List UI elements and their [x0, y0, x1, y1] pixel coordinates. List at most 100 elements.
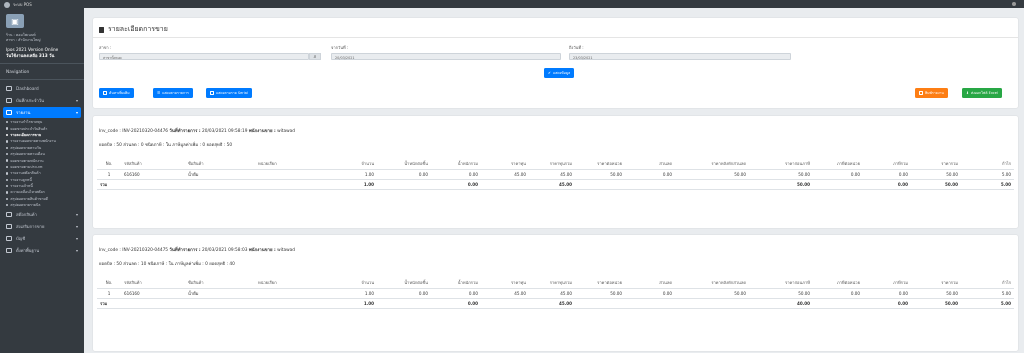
cell: 0.00 [863, 179, 911, 190]
staff-name: witawad [277, 248, 295, 253]
sidebar-item-label: บันทึกประจำวัน [16, 98, 44, 103]
cell: 50.00 [675, 288, 749, 299]
from-date-label: จากวันที่ : [331, 45, 349, 50]
from-date-input[interactable]: 20/03/2021 [331, 53, 561, 60]
date-label: วันที่ทำรายการ : [169, 129, 201, 134]
circle-icon [6, 152, 9, 156]
submenu-label: รายงานสต๊อกสินค้า [10, 171, 41, 176]
submenu-item[interactable]: สรุปยอดขายรายบิล [0, 202, 84, 208]
submenu-label: สรุปยอดขายสินค้าขายดี [10, 196, 48, 201]
column-header: หน่วยเรียก [255, 278, 321, 289]
to-date-label: ถึงวันที่ : [569, 45, 584, 50]
page-title: รายละเอียดการขาย [99, 24, 168, 35]
brand[interactable]: ระบบ POS [4, 1, 32, 8]
cell: 0.00 [863, 298, 911, 309]
cell: 0.00 [625, 288, 675, 299]
cell: 0.00 [625, 169, 675, 180]
sidebar-item-label: ส่งเสริมการขาย [16, 224, 45, 230]
circle-icon [6, 204, 9, 207]
date-label: วันที่ทำรายการ : [169, 248, 201, 253]
sidebar-item-dashboard[interactable]: Dashboard [3, 83, 81, 94]
button-label: ค้นหาเพิ่มเติม [109, 91, 130, 95]
cell: 45.00 [529, 169, 575, 180]
serial-view-button[interactable]: แสดงตามราย Serial [206, 88, 252, 98]
cell [255, 288, 321, 299]
sidebar-item-account[interactable]: บัญชี ▾ [3, 233, 81, 244]
cell [625, 179, 675, 190]
sidebar-item-daily[interactable]: บันทึกประจำวัน ▾ [3, 95, 81, 106]
chevron-down-icon: ▾ [75, 236, 78, 242]
submenu-label: รายงานเจ้าหนี้ [10, 184, 33, 189]
cell: 50.00 [749, 179, 813, 190]
brand-logo-icon [4, 1, 10, 8]
chevron-down-icon: ▾ [75, 98, 78, 103]
cell: 616160 [121, 288, 185, 299]
button-label: พิมพ์รายงาน [925, 91, 944, 95]
invoice-header: Inv_code : INV-20210320-04476 วันที่ทำรา… [99, 127, 295, 134]
cell: 1.00 [321, 169, 377, 180]
column-header: ราคาทุน [481, 278, 529, 289]
column-header: ส่วนลด [625, 278, 675, 289]
button-label: แสดงข้อมูล [552, 71, 571, 75]
cell: 50.00 [749, 288, 813, 299]
button-label: แสดงตามราย Serial [216, 91, 248, 95]
sidebar-item-label: สต๊อกสินค้า [16, 212, 37, 218]
sidebar-item-settings[interactable]: ตั้งค่าพื้นฐาน ▾ [3, 245, 81, 256]
column-header: กำไร [961, 159, 1014, 170]
cell: 50.00 [911, 288, 961, 299]
list-view-button[interactable]: ☰ แสดงตามรายการ [153, 88, 193, 98]
detail-search-button[interactable]: ค้นหาเพิ่มเติม [99, 88, 134, 98]
brand-text: ระบบ POS [13, 2, 32, 7]
user-icon[interactable] [1012, 2, 1016, 6]
sidebar-item-promotion[interactable]: ส่งเสริมการขาย ▾ [3, 221, 81, 232]
report-icon [6, 110, 12, 115]
export-excel-button[interactable]: ⬇ ส่งออกไฟล์ Excel [962, 88, 1002, 98]
cell: 50.00 [911, 179, 961, 190]
inv-code: INV-20210320-04475 [122, 248, 169, 253]
staff-label: พนักงานขาย : [248, 129, 276, 134]
table-row: 1 616160 น้ำดื่ม 1.00 0.00 0.00 45.00 45… [97, 288, 1014, 299]
column-header: ราคารวม [911, 278, 961, 289]
sidebar-item-report[interactable]: รายงาน ▾ [3, 107, 81, 118]
cell: 45.00 [529, 179, 575, 190]
sidebar-item-label: ตั้งค่าพื้นฐาน [16, 248, 40, 254]
barcode-icon [210, 91, 214, 95]
branch-label: สาขา : [99, 45, 112, 50]
chevron-down-icon: ▾ [75, 248, 78, 254]
show-data-button[interactable]: ✔ แสดงข้อมูล [544, 68, 575, 78]
sidebar-item-stock[interactable]: สต๊อกสินค้า ▾ [3, 209, 81, 220]
branch-select[interactable]: สาขาทั้งหมด [99, 53, 309, 60]
search-icon[interactable]: ⌕ [309, 53, 321, 60]
tag-icon [6, 224, 12, 230]
invoice-date: 20/03/2021 09:58:03 [202, 248, 248, 253]
cell: 50.00 [911, 169, 961, 180]
submenu-label: รายงานลูกหนี้ [10, 177, 32, 182]
table-row: 1 616160 น้ำดื่ม 1.00 0.00 0.00 45.00 45… [97, 169, 1014, 180]
column-header: No. [97, 278, 121, 289]
column-header: ราคาทุนรวม [529, 278, 575, 289]
button-label: แสดงตามรายการ [162, 91, 189, 95]
gear-icon [6, 248, 12, 254]
invoice-card: Inv_code : INV-20210320-04475 วันที่ทำรา… [93, 235, 1018, 351]
submenu-label: สรุปยอดขายรายบิล [10, 203, 41, 208]
chevron-down-icon: ▾ [75, 224, 78, 230]
inv-code-label: Inv_code : [99, 129, 121, 134]
download-icon: ⬇ [966, 91, 969, 95]
cell: 45.00 [481, 288, 529, 299]
submenu-label: สรุปยอดขายตามวัน [10, 145, 42, 150]
column-header: ราคาหลังหักส่วนลด [675, 159, 749, 170]
to-date-input[interactable]: 23/03/2021 [569, 53, 791, 60]
circle-icon [6, 133, 9, 137]
nav-header: Navigation [0, 64, 84, 80]
dashboard-icon [6, 86, 12, 91]
book-icon [6, 236, 12, 242]
print-report-button[interactable]: พิมพ์รายงาน [915, 88, 948, 98]
top-navbar: ระบบ POS [0, 0, 1024, 8]
cell [377, 298, 431, 309]
cell: 5.00 [961, 169, 1014, 180]
staff-label: พนักงานขาย : [248, 248, 276, 253]
column-header: ราคาก่อนภาษี [749, 278, 813, 289]
column-header: ราคาต่อหน่วย [575, 278, 625, 289]
cell: 0.00 [813, 169, 863, 180]
cell: 0.00 [377, 169, 431, 180]
